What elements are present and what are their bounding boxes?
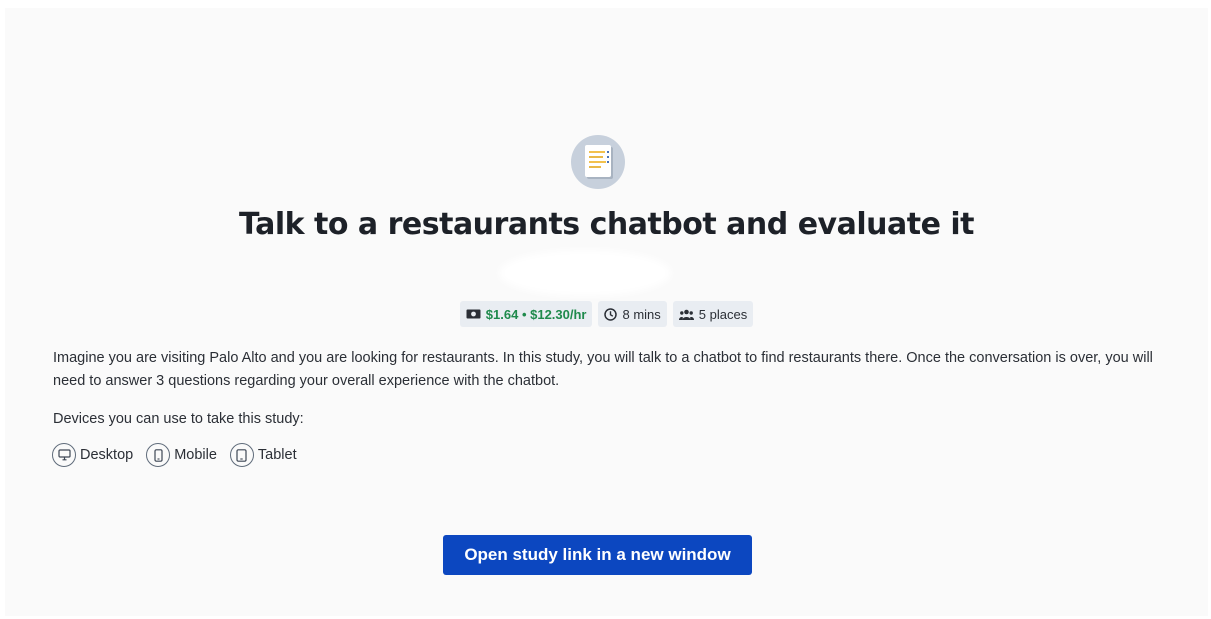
devices-label: Devices you can use to take this study: [53, 411, 304, 427]
device-mobile: Mobile [146, 443, 217, 467]
reward-text: $1.64 • $12.30/hr [485, 306, 587, 322]
people-icon [678, 309, 694, 320]
document-shape [585, 145, 611, 177]
device-label-mobile: Mobile [174, 447, 217, 463]
duration-badge: 8 mins [598, 301, 667, 327]
open-study-link-button[interactable]: Open study link in a new window [443, 535, 752, 575]
study-title: Talk to a restaurants chatbot and evalua… [239, 207, 975, 242]
desktop-icon [52, 443, 76, 467]
device-desktop: Desktop [52, 443, 133, 467]
study-panel: Talk to a restaurants chatbot and evalua… [5, 8, 1208, 616]
places-badge: 5 places [672, 301, 754, 327]
mobile-icon [146, 443, 171, 467]
study-description: Imagine you are visiting Palo Alto and y… [53, 350, 1153, 389]
study-badges: $1.64 • $12.30/hr 8 mins 5 places [5, 301, 1208, 327]
clock-icon [604, 307, 618, 321]
device-label-tablet: Tablet [257, 447, 297, 463]
reward-badge: $1.64 • $12.30/hr [459, 301, 593, 327]
duration-text: 8 mins [622, 306, 661, 322]
tablet-icon [229, 443, 254, 467]
study-document-icon [571, 135, 625, 189]
device-tablet: Tablet [229, 443, 297, 467]
device-list: Desktop Mobile Tablet [52, 443, 297, 467]
places-text: 5 places [698, 306, 748, 322]
redacted-area [505, 256, 665, 290]
money-icon [466, 309, 481, 319]
device-label-desktop: Desktop [80, 447, 134, 463]
